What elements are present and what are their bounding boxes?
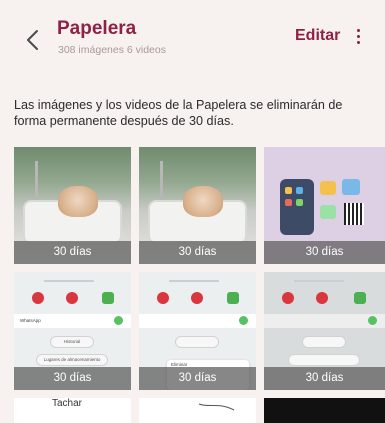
trash-item[interactable]: 30 días: [139, 147, 256, 264]
media-grid: 30 días 30 días 30 días WhatsApp Histori…: [14, 147, 385, 423]
item-count: 308 imágenes 6 videos: [58, 44, 166, 56]
trash-item[interactable]: Eliminar 30 días: [139, 272, 256, 390]
whatsapp-label: WhatsApp: [20, 318, 41, 323]
trash-item[interactable]: [264, 398, 385, 423]
historial-button: Historial: [50, 336, 94, 348]
trash-item[interactable]: Tachar: [14, 398, 131, 423]
edit-button[interactable]: Editar: [295, 27, 340, 45]
days-remaining-label: 30 días: [264, 241, 385, 264]
tachar-label: Tachar: [52, 398, 83, 409]
top-bar: Papelera 308 imágenes 6 videos Editar: [0, 0, 385, 95]
trash-notice: Las imágenes y los videos de la Papelera…: [14, 98, 343, 128]
trash-item[interactable]: 30 días: [14, 147, 131, 264]
trash-item[interactable]: WhatsApp Historial Lugares de almacenami…: [14, 272, 131, 390]
page-title: Papelera: [57, 18, 137, 39]
days-remaining-label: 30 días: [14, 367, 131, 390]
trash-item[interactable]: 30 días: [264, 147, 385, 264]
days-remaining-label: 30 días: [14, 241, 131, 264]
more-icon[interactable]: [352, 27, 364, 49]
days-remaining-label: 30 días: [264, 367, 385, 390]
trash-item[interactable]: 30 días: [264, 272, 385, 390]
trash-item[interactable]: [139, 398, 256, 423]
days-remaining-label: 30 días: [139, 367, 256, 390]
storage-locations-button: Lugares de almacenamiento: [36, 354, 108, 366]
days-remaining-label: 30 días: [139, 241, 256, 264]
back-icon[interactable]: [22, 28, 46, 52]
